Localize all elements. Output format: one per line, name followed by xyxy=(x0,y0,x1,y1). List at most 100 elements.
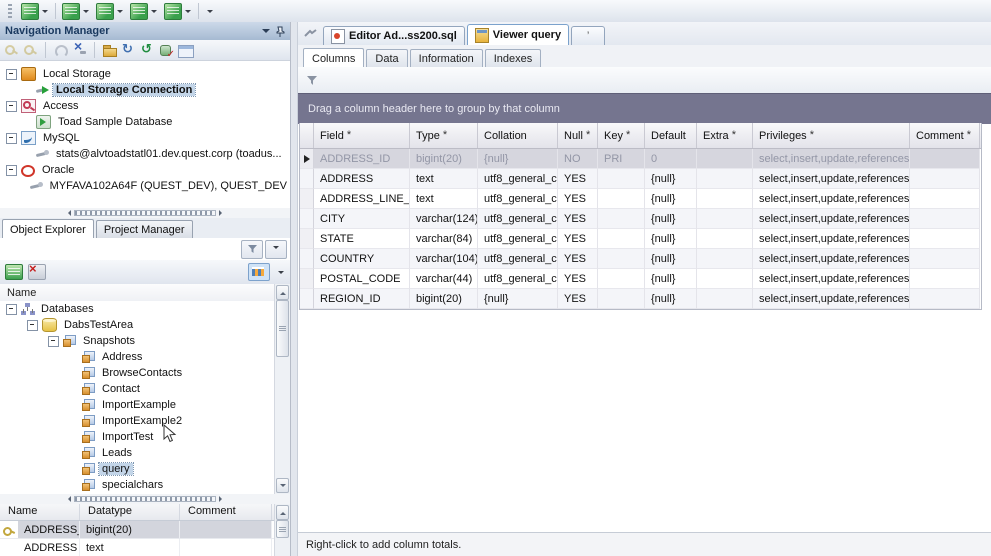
collapse-expander-icon[interactable] xyxy=(48,335,59,347)
tree-item[interactable]: MYFAVA102A64F (QUEST_DEV), QUEST_DEV xyxy=(0,178,290,194)
disconnect-icon[interactable] xyxy=(72,39,87,57)
summary-column-header[interactable]: Comment xyxy=(180,504,272,520)
horizontal-splitter[interactable] xyxy=(0,208,290,218)
funnel-icon[interactable] xyxy=(306,75,318,86)
create-table-icon[interactable] xyxy=(5,264,23,280)
tab-data[interactable]: Data xyxy=(366,49,408,67)
table-row[interactable]: ADDRESS text utf8_general_ci YES {null} selec… xyxy=(300,169,981,189)
vertical-splitter[interactable] xyxy=(291,22,298,556)
refresh-green-icon[interactable] xyxy=(140,42,155,57)
horizontal-splitter-2[interactable] xyxy=(0,494,290,504)
key-icon[interactable] xyxy=(4,43,19,57)
tree-item[interactable]: ImportTest xyxy=(0,429,274,445)
view-mode-button[interactable] xyxy=(248,263,270,281)
column-header-privileges[interactable]: Privileges * xyxy=(753,123,910,148)
refresh-blue-icon[interactable] xyxy=(121,42,136,57)
drop-table-icon[interactable] xyxy=(28,262,46,280)
reconnect-icon[interactable] xyxy=(53,43,68,58)
group-by-bar[interactable]: Drag a column header here to group by th… xyxy=(298,93,991,124)
scroll-up-button[interactable] xyxy=(276,505,289,520)
tree-item[interactable]: ImportExample xyxy=(0,397,274,413)
tree-item[interactable]: Snapshots xyxy=(0,333,274,349)
table-row[interactable]: POSTAL_CODE varchar(44) utf8_general_ci YES… xyxy=(300,269,981,289)
document-tab[interactable]: Editor Ad...ss200.sql xyxy=(323,26,465,45)
table-row[interactable]: CITY varchar(124) utf8_general_ci YES {null}… xyxy=(300,209,981,229)
tree-item[interactable]: stats@alvtoadstatl01.dev.quest.corp (toa… xyxy=(0,146,290,162)
tab-information[interactable]: Information xyxy=(409,49,483,67)
tree-item[interactable]: DabsTestArea xyxy=(0,317,274,333)
table-row[interactable]: STATE varchar(84) utf8_general_ci YES {null}… xyxy=(300,229,981,249)
column-header-type[interactable]: Type * xyxy=(410,123,478,148)
panel-tab[interactable]: Project Manager xyxy=(95,220,193,238)
tree-item[interactable]: Databases xyxy=(0,301,274,317)
table-row[interactable]: ADDRESS text xyxy=(0,539,290,556)
view-mode-caret[interactable] xyxy=(278,270,284,277)
toolbar-button[interactable] xyxy=(59,0,93,22)
dropdown-caret-icon[interactable] xyxy=(117,9,123,16)
object-tree-scrollbar[interactable] xyxy=(274,284,290,494)
tree-item[interactable]: BrowseContacts xyxy=(0,365,274,381)
window-icon[interactable] xyxy=(178,44,194,58)
tree-item[interactable]: Address xyxy=(0,349,274,365)
collapse-expander-icon[interactable] xyxy=(27,319,38,331)
collapse-expander-icon[interactable] xyxy=(6,68,17,80)
scrollbar-thumb[interactable] xyxy=(276,520,289,538)
column-header-collation[interactable]: Collation xyxy=(478,123,558,148)
database-check-icon[interactable] xyxy=(159,43,175,60)
key-disabled-icon[interactable] xyxy=(23,43,38,57)
summary-column-header[interactable]: Datatype xyxy=(80,504,180,520)
table-row[interactable]: COUNTRY varchar(104) utf8_general_ci YES {nu… xyxy=(300,249,981,269)
tree-item[interactable]: Access xyxy=(0,98,290,114)
tree-item[interactable]: Toad Sample Database xyxy=(0,114,290,130)
panel-tab[interactable]: Object Explorer xyxy=(2,219,94,239)
document-tab[interactable]: Viewer query xyxy=(466,24,570,45)
column-header-comment[interactable]: Comment * xyxy=(910,123,980,148)
dropdown-caret-icon[interactable] xyxy=(42,9,48,16)
tree-item[interactable]: Local Storage Connection xyxy=(0,82,290,98)
tree-item[interactable]: query xyxy=(0,461,274,477)
collapse-expander-icon[interactable] xyxy=(6,164,17,176)
tab-columns[interactable]: Columns xyxy=(303,48,365,68)
filter-dropdown-button[interactable] xyxy=(265,239,287,259)
tree-item[interactable]: ImportExample2 xyxy=(0,413,274,429)
column-header-key[interactable]: Key * xyxy=(598,123,645,148)
open-folder-icon[interactable] xyxy=(102,43,117,57)
column-header-extra[interactable]: Extra * xyxy=(697,123,753,148)
tree-item[interactable]: Contact xyxy=(0,381,274,397)
summary-column-header[interactable]: Name xyxy=(0,504,80,520)
columns-summary-scrollbar[interactable] xyxy=(274,504,290,556)
column-header-null[interactable]: Null * xyxy=(558,123,598,148)
filter-button[interactable] xyxy=(241,239,263,259)
collapse-expander-icon[interactable] xyxy=(6,100,17,112)
tab-indexes[interactable]: Indexes xyxy=(484,49,542,67)
table-row[interactable]: ADDRESS_LINE_2 text utf8_general_ci YES {nul… xyxy=(300,189,981,209)
table-row[interactable]: REGION_ID bigint(20) {null} YES {null} select… xyxy=(300,289,981,309)
toolbar-button[interactable] xyxy=(127,0,161,22)
toolbar-overflow-caret[interactable] xyxy=(207,9,213,16)
name-column-header[interactable]: Name xyxy=(0,284,274,302)
pin-icon[interactable] xyxy=(276,26,285,37)
collapse-expander-icon[interactable] xyxy=(6,303,17,315)
tree-item[interactable]: MySQL xyxy=(0,130,290,146)
collapse-expander-icon[interactable] xyxy=(6,132,17,144)
toolbar-button[interactable] xyxy=(161,0,195,22)
panel-menu-caret-icon[interactable] xyxy=(262,29,270,37)
table-row[interactable]: ADDRESS_ID bigint(20) {null} NO PRI 0 select,i… xyxy=(300,149,981,169)
tree-item[interactable]: Oracle xyxy=(0,162,290,178)
table-row[interactable]: ADDRESS_IDbigint(20) xyxy=(0,521,290,539)
tree-item[interactable]: Leads xyxy=(0,445,274,461)
scroll-up-button[interactable] xyxy=(276,285,289,300)
column-header-default[interactable]: Default xyxy=(645,123,697,148)
column-header-field[interactable]: Field * xyxy=(314,123,410,148)
dropdown-caret-icon[interactable] xyxy=(151,9,157,16)
tree-item[interactable]: Local Storage xyxy=(0,66,290,82)
dropdown-caret-icon[interactable] xyxy=(185,9,191,16)
new-document-tab[interactable]: ’ xyxy=(571,26,606,45)
toolbar-drag-handle[interactable] xyxy=(8,3,12,19)
scrollbar-thumb[interactable] xyxy=(276,300,289,357)
tree-item[interactable]: specialchars xyxy=(0,477,274,493)
toolbar-button[interactable] xyxy=(93,0,127,22)
toolbar-button[interactable] xyxy=(18,0,52,22)
dock-icon[interactable] xyxy=(304,29,317,38)
dropdown-caret-icon[interactable] xyxy=(83,9,89,16)
